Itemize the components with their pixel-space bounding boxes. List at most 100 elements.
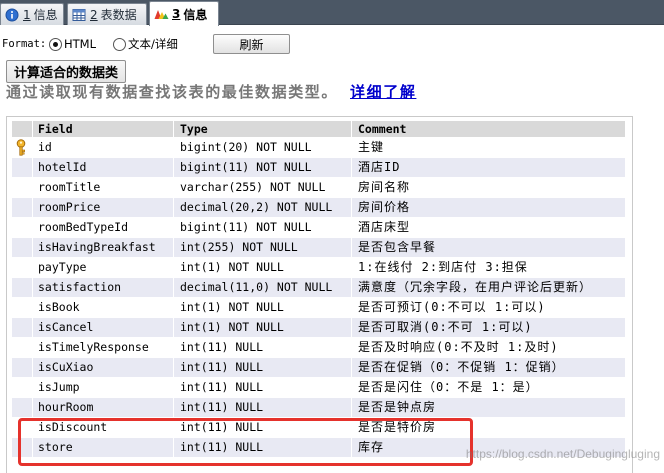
- field-name-cell: roomBedTypeId: [33, 218, 174, 238]
- field-comment-cell: 1:在线付 2:到店付 3:担保: [352, 258, 626, 278]
- tab-info-1[interactable]: 1 信息: [0, 3, 64, 25]
- tab-bar: 1 信息 2 表数据 3 信息: [0, 0, 664, 26]
- field-comment-cell: 满意度（冗余字段，在用户评论后更新）: [352, 278, 626, 298]
- field-type-cell: int(1) NOT NULL: [174, 298, 352, 318]
- field-type-cell: int(11) NULL: [174, 398, 352, 418]
- learn-more-link[interactable]: 详细了解: [350, 83, 416, 101]
- format-radio-text-detail[interactable]: [113, 38, 126, 51]
- field-name-cell: hourRoom: [33, 398, 174, 418]
- field-name-cell: hotelId: [33, 158, 174, 178]
- key-cell: [12, 278, 33, 298]
- table-row: isHavingBreakfast int(255) NOT NULL 是否包含早餐: [12, 238, 626, 258]
- field-type-cell: int(255) NOT NULL: [174, 238, 352, 258]
- key-cell: [12, 258, 33, 278]
- field-name-cell: isBook: [33, 298, 174, 318]
- key-cell: [12, 158, 33, 178]
- field-comment-cell: 是否可预订(0:不可以 1:可以): [352, 298, 626, 318]
- field-type-cell: decimal(20,2) NOT NULL: [174, 198, 352, 218]
- key-cell: [12, 338, 33, 358]
- format-radio-text-detail-label[interactable]: 文本/详细: [128, 37, 178, 51]
- field-name-cell: isCancel: [33, 318, 174, 338]
- field-comment-cell: 是否可取消(0:不可 1:可以): [352, 318, 626, 338]
- key-cell: [12, 318, 33, 338]
- analyze-description: 通过读取现有数据查找该表的最佳数据类型。 详细了解: [6, 83, 416, 101]
- tab-label: 信息: [183, 7, 208, 22]
- key-column-header: [12, 121, 33, 138]
- field-column-header: Field: [33, 121, 174, 138]
- field-comment-cell: 房间名称: [352, 178, 626, 198]
- tab-label: 表数据: [100, 8, 137, 22]
- tab-info-3[interactable]: 3 信息: [149, 1, 219, 26]
- field-name-cell: isHavingBreakfast: [33, 238, 174, 258]
- table-row: roomBedTypeId bigint(11) NOT NULL 酒店床型: [12, 218, 626, 238]
- key-cell: [12, 238, 33, 258]
- field-name-cell: store: [33, 438, 174, 458]
- key-cell: [12, 398, 33, 418]
- table-header-row: Field Type Comment: [12, 121, 626, 138]
- table-row: isDiscount int(11) NULL 是否是特价房: [12, 418, 626, 438]
- field-name-cell: isCuXiao: [33, 358, 174, 378]
- field-name-cell: roomTitle: [33, 178, 174, 198]
- key-cell: [12, 298, 33, 318]
- format-radio-html-label[interactable]: HTML: [64, 37, 96, 51]
- field-type-cell: int(11) NULL: [174, 418, 352, 438]
- field-name-cell: id: [33, 138, 174, 158]
- table-row: isTimelyResponse int(11) NULL 是否及时响应(0:不及时…: [12, 338, 626, 358]
- refresh-button[interactable]: 刷新: [213, 34, 290, 54]
- field-name-cell: roomPrice: [33, 198, 174, 218]
- field-comment-cell: 是否在促销（0：不促销 1：促销）: [352, 358, 626, 378]
- field-type-cell: bigint(11) NOT NULL: [174, 158, 352, 178]
- field-comment-cell: 是否及时响应(0:不及时 1:及时): [352, 338, 626, 358]
- table-row: hotelId bigint(11) NOT NULL 酒店ID: [12, 158, 626, 178]
- tab-number: 1: [23, 7, 31, 22]
- key-cell: [12, 218, 33, 238]
- format-radio-html[interactable]: [49, 38, 62, 51]
- field-name-cell: satisfaction: [33, 278, 174, 298]
- table-grid-icon: [71, 8, 87, 22]
- analyze-data-types-button[interactable]: 计算适合的数据类: [6, 60, 126, 83]
- field-comment-cell: 房间价格: [352, 198, 626, 218]
- comment-column-header: Comment: [352, 121, 626, 138]
- field-type-cell: int(11) NULL: [174, 338, 352, 358]
- field-comment-cell: 主键: [352, 138, 626, 158]
- key-cell: [12, 178, 33, 198]
- field-type-cell: int(1) NOT NULL: [174, 258, 352, 278]
- field-type-cell: bigint(20) NOT NULL: [174, 138, 352, 158]
- info-icon: [4, 8, 20, 22]
- field-comment-cell: 库存: [352, 438, 626, 458]
- table-row: isCancel int(1) NOT NULL 是否可取消(0:不可 1:可以): [12, 318, 626, 338]
- table-row: isJump int(11) NULL 是否是闪住（0：不是 1：是）: [12, 378, 626, 398]
- table-row: roomTitle varchar(255) NOT NULL 房间名称: [12, 178, 626, 198]
- field-name-cell: isTimelyResponse: [33, 338, 174, 358]
- field-type-cell: int(11) NULL: [174, 358, 352, 378]
- tab-table-data-2[interactable]: 2 表数据: [67, 3, 147, 25]
- field-info-table: Field Type Comment id bigint(20) NOT NULL…: [12, 121, 626, 458]
- tab-number: 2: [90, 7, 98, 22]
- field-type-cell: bigint(11) NOT NULL: [174, 218, 352, 238]
- type-column-header: Type: [174, 121, 352, 138]
- field-info-panel: Field Type Comment id bigint(20) NOT NULL…: [6, 116, 633, 473]
- field-comment-cell: 是否是特价房: [352, 418, 626, 438]
- table-row: id bigint(20) NOT NULL 主键: [12, 138, 626, 158]
- field-name-cell: isDiscount: [33, 418, 174, 438]
- tab-label: 信息: [33, 8, 58, 22]
- table-row: store int(11) NULL 库存: [12, 438, 626, 458]
- table-row: roomPrice decimal(20,2) NOT NULL 房间价格: [12, 198, 626, 218]
- field-comment-cell: 酒店床型: [352, 218, 626, 238]
- field-comment-cell: 酒店ID: [352, 158, 626, 178]
- field-name-cell: isJump: [33, 378, 174, 398]
- field-comment-cell: 是否是闪住（0：不是 1：是）: [352, 378, 626, 398]
- key-cell: [12, 418, 33, 438]
- primary-key-icon: [15, 139, 27, 156]
- field-comment-cell: 是否是钟点房: [352, 398, 626, 418]
- table-row: isCuXiao int(11) NULL 是否在促销（0：不促销 1：促销）: [12, 358, 626, 378]
- field-type-cell: int(1) NOT NULL: [174, 318, 352, 338]
- analyze-description-text: 通过读取现有数据查找该表的最佳数据类型。: [6, 83, 339, 101]
- table-row: satisfaction decimal(11,0) NOT NULL 满意度（冗余…: [12, 278, 626, 298]
- field-type-cell: int(11) NULL: [174, 378, 352, 398]
- table-row: payType int(1) NOT NULL 1:在线付 2:到店付 3:担保: [12, 258, 626, 278]
- field-comment-cell: 是否包含早餐: [352, 238, 626, 258]
- field-type-cell: decimal(11,0) NOT NULL: [174, 278, 352, 298]
- table-row: hourRoom int(11) NULL 是否是钟点房: [12, 398, 626, 418]
- key-cell: [12, 138, 33, 158]
